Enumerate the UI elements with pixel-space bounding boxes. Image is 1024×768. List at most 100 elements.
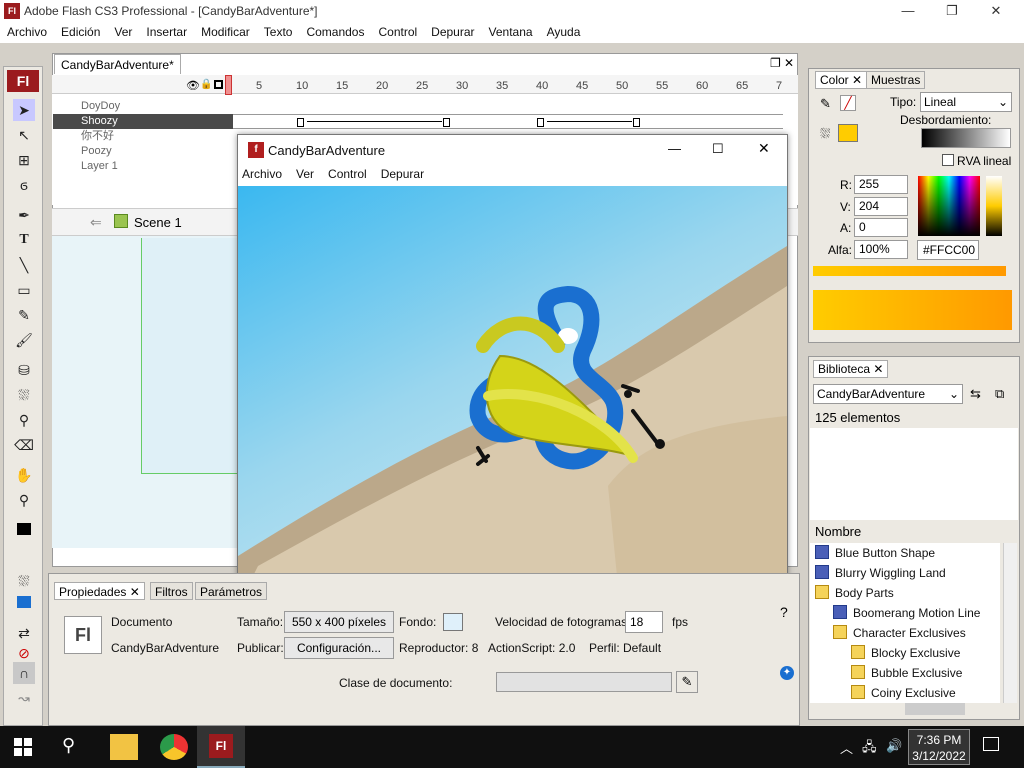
library-scrollbar[interactable] [1003,543,1017,703]
stroke-none-swatch[interactable]: ╱ [840,95,856,111]
hand-tool-icon[interactable]: ✋ [13,464,35,486]
fill-bucket-icon[interactable]: ⛆ [13,570,35,592]
g-input[interactable]: 204 [854,197,908,216]
movie-canvas[interactable] [238,186,787,586]
search-icon[interactable]: ⚲ [62,735,75,756]
eyedropper-tool-icon[interactable]: ⚲ [13,409,35,431]
document-class-input[interactable] [496,672,672,692]
menu-ayuda[interactable]: Ayuda [540,23,588,39]
player-close-button[interactable]: ✕ [758,140,770,157]
color-spectrum[interactable] [918,176,980,236]
selection-tool-icon[interactable]: ➤ [13,99,35,121]
tab-biblioteca[interactable]: Biblioteca ✕ [813,360,889,378]
tab-parametros[interactable]: Parámetros [195,582,268,600]
library-folder[interactable]: Body Parts [815,583,894,603]
text-tool-icon[interactable]: T [13,229,35,251]
no-color-icon[interactable]: ⊘ [13,642,35,664]
zoom-tool-icon[interactable]: ⚲ [13,489,35,511]
menu-archivo[interactable]: Archivo [0,23,54,39]
stroke-pencil-icon[interactable]: ✎ [820,96,831,112]
player-menu-archivo[interactable]: Archivo [242,167,282,181]
player-minimize-button[interactable]: — [668,141,681,156]
shoozy-frames[interactable] [233,114,783,129]
brightness-slider[interactable] [986,176,1002,236]
brush-tool-icon[interactable]: 🖌 [13,329,35,351]
eraser-tool-icon[interactable]: ⌫ [13,434,35,456]
eye-icon[interactable]: 👁 [186,79,200,92]
layer-row-poozy[interactable]: Poozy [53,144,233,159]
menu-modificar[interactable]: Modificar [194,23,257,39]
rectangle-tool-icon[interactable]: ▭ [13,279,35,301]
stroke-color-icon[interactable] [13,517,35,539]
accessibility-icon[interactable]: ✦ [780,666,794,680]
library-item[interactable]: Blue Button Shape [815,543,935,563]
panel-close-icon[interactable]: ✕ [784,56,794,70]
notifications-icon[interactable] [983,737,999,751]
playhead[interactable] [225,75,232,95]
flash-taskbar-item[interactable]: Fl [197,726,245,768]
tab-color[interactable]: Color ✕ [815,71,868,89]
gradient-bar[interactable] [813,266,1006,276]
panel-restore-icon[interactable]: ❐ [770,56,781,70]
menu-comandos[interactable]: Comandos [299,23,371,39]
swap-colors-icon[interactable]: ⇄ [13,622,35,644]
library-folder[interactable]: Coiny Exclusive [851,683,956,703]
tab-propiedades[interactable]: Propiedades ✕ [54,582,145,600]
lock-icon[interactable]: 🔒 [200,79,212,90]
rgb-linear-checkbox[interactable] [942,154,954,166]
menu-ventana[interactable]: Ventana [482,23,540,39]
tab-muestras[interactable]: Muestras [866,71,926,89]
library-item[interactable]: Blurry Wiggling Land [815,563,946,583]
library-column-header[interactable]: Nombre [815,524,861,539]
framerate-input[interactable]: 18 [625,611,663,633]
layer-row-shoozy[interactable]: Shoozy [53,114,233,129]
new-library-panel-icon[interactable]: ⧉ [995,386,1004,402]
player-menu-control[interactable]: Control [328,167,367,181]
subselection-tool-icon[interactable]: ↖ [13,124,35,146]
b-input[interactable]: 0 [854,218,908,237]
layer-row-layer-3[interactable]: 你不好 [53,129,233,144]
help-icon[interactable]: ? [780,604,788,620]
library-folder[interactable]: Bubble Exclusive [851,663,962,683]
pen-tool-icon[interactable]: ✒ [13,204,35,226]
close-button[interactable]: ✕ [976,2,1016,20]
player-menu-depurar[interactable]: Depurar [381,167,424,181]
library-folder[interactable]: Character Exclusives [833,623,966,643]
lasso-tool-icon[interactable]: ϭ [13,174,35,196]
outline-icon[interactable] [214,80,223,89]
edit-class-pencil-icon[interactable]: ✎ [676,671,698,693]
player-menu-ver[interactable]: Ver [296,167,314,181]
fill-type-select[interactable]: Lineal ⌄ [920,92,1012,112]
library-hscroll-thumb[interactable] [905,703,965,715]
menu-edicion[interactable]: Edición [54,23,107,39]
windows-start-icon[interactable] [14,738,32,756]
overflow-select[interactable] [921,128,1011,148]
document-tab[interactable]: CandyBarAdventure* [54,54,181,74]
background-color-swatch[interactable] [443,613,463,631]
tab-filtros[interactable]: Filtros [150,582,193,600]
alpha-input[interactable]: 100% [854,240,908,259]
fill-color-icon[interactable] [13,590,35,612]
library-document-select[interactable]: CandyBarAdventure ⌄ [813,384,963,404]
layer-row-doydoy[interactable]: DoyDoy [53,99,233,114]
hex-input[interactable]: #FFCC00 [917,240,979,260]
r-input[interactable]: 255 [854,175,908,194]
pin-library-icon[interactable]: ⇆ [970,386,981,402]
free-transform-tool-icon[interactable]: ⊞ [13,149,35,171]
scene-label[interactable]: Scene 1 [134,215,182,230]
ink-bottle-tool-icon[interactable]: ⛁ [13,359,35,381]
menu-depurar[interactable]: Depurar [424,23,481,39]
fill-color-swatch[interactable] [838,124,858,142]
layer-row-layer-1[interactable]: Layer 1 [53,159,233,174]
pencil-tool-icon[interactable]: ✎ [13,304,35,326]
back-arrow-icon[interactable]: ⇐ [90,214,102,231]
library-folder[interactable]: Blocky Exclusive [851,643,960,663]
paint-bucket-tool-icon[interactable]: ⛆ [13,384,35,406]
maximize-button[interactable]: ❐ [932,2,972,20]
line-tool-icon[interactable]: ╲ [13,254,35,276]
menu-control[interactable]: Control [371,23,424,39]
file-explorer-icon[interactable] [110,734,138,760]
menu-texto[interactable]: Texto [257,23,300,39]
minimize-button[interactable]: — [888,2,928,20]
size-button[interactable]: 550 x 400 píxeles [284,611,394,633]
